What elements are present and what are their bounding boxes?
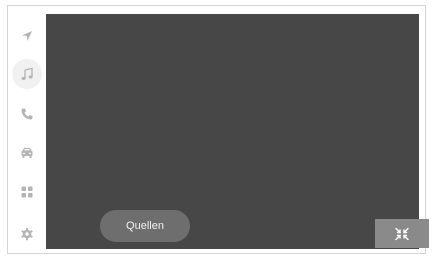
music-note-icon — [21, 67, 33, 80]
minimize-button[interactable] — [375, 219, 429, 248]
phone-icon — [21, 108, 33, 120]
car-icon — [21, 147, 33, 158]
sidebar-item-navigation[interactable] — [8, 17, 46, 55]
sidebar-item-apps[interactable] — [8, 173, 46, 211]
grid-icon — [21, 186, 33, 198]
sidebar — [8, 6, 46, 253]
media-display-area — [46, 14, 419, 249]
sidebar-item-phone[interactable] — [8, 95, 46, 133]
gear-icon — [21, 227, 33, 241]
sources-button[interactable]: Quellen — [100, 210, 190, 242]
sidebar-item-vehicle[interactable] — [8, 134, 46, 172]
navigation-arrow-icon — [22, 31, 32, 41]
minimize-arrows-icon — [395, 227, 409, 240]
sidebar-item-settings[interactable] — [8, 215, 46, 253]
sidebar-item-media[interactable] — [8, 55, 46, 93]
sources-button-label: Quellen — [126, 220, 164, 232]
